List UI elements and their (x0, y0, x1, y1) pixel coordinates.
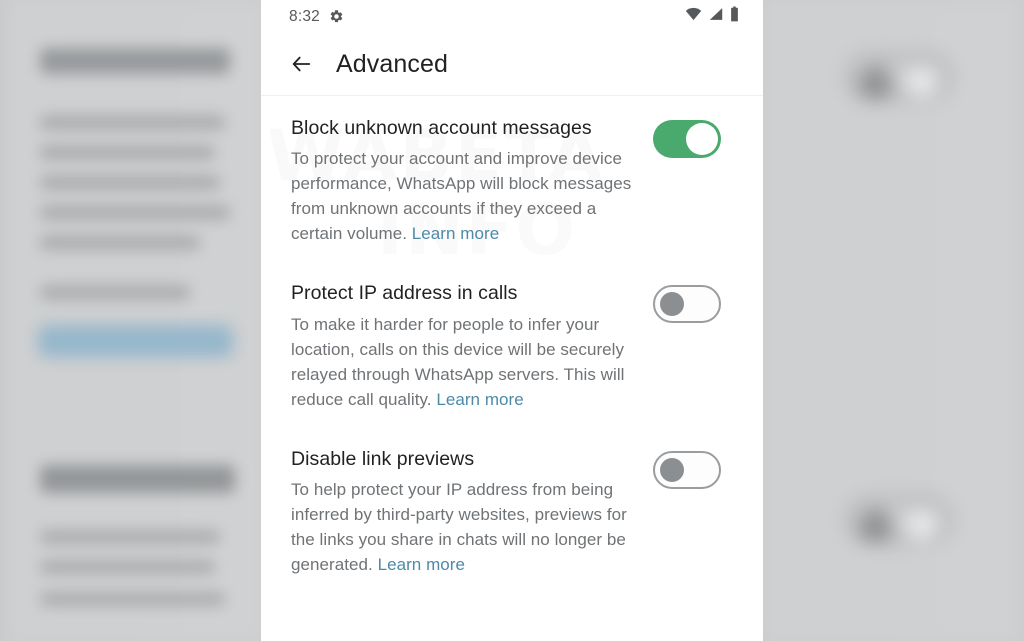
backdrop-text-block (40, 115, 225, 130)
setting-title: Protect IP address in calls (291, 282, 518, 305)
setting-text: Protect IP address in calls To make it h… (291, 281, 639, 412)
backdrop-text-block (40, 205, 230, 220)
setting-row-protect-ip-address-in-calls[interactable]: Protect IP address in calls To make it h… (261, 281, 763, 412)
setting-text: Disable link previews To help protect yo… (291, 447, 639, 578)
toggle-knob (660, 457, 684, 482)
learn-more-link[interactable]: Learn more (412, 224, 499, 243)
setting-description: To help protect your IP address from bei… (291, 478, 639, 578)
setting-row-block-unknown-account-messages[interactable]: Block unknown account messages To protec… (261, 116, 763, 247)
toggle-block-unknown-account-messages[interactable] (653, 120, 721, 158)
toggle-knob (660, 292, 684, 317)
status-bar: 8:32 (261, 0, 763, 33)
toggle-protect-ip-address-in-calls[interactable] (653, 285, 721, 324)
setting-title: Disable link previews (291, 447, 475, 470)
backdrop-highlight-band (38, 325, 233, 357)
setting-title: Block unknown account messages (291, 117, 592, 139)
status-bar-icons (685, 6, 739, 27)
backdrop-text-block (40, 592, 225, 606)
status-bar-clock: 8:32 (289, 7, 320, 25)
page-title: Advanced (336, 49, 448, 78)
backdrop-toggle (845, 52, 953, 102)
backdrop-left-panel (0, 0, 280, 641)
backdrop-text-block (40, 175, 220, 190)
wifi-icon (685, 7, 702, 26)
battery-icon (730, 6, 739, 27)
toggle-knob (686, 123, 718, 155)
app-bar: Advanced (261, 33, 763, 96)
setting-description: To make it harder for people to infer yo… (291, 313, 639, 413)
backdrop-text-block (40, 145, 215, 160)
backdrop-text-block (40, 285, 190, 300)
phone-screen: 8:32 Advanced Block unknown account mess… (261, 0, 763, 641)
setting-row-disable-link-previews[interactable]: Disable link previews To help protect yo… (261, 447, 763, 578)
backdrop-toggle (845, 495, 953, 545)
backdrop-text-block (40, 560, 215, 574)
setting-text: Block unknown account messages To protec… (291, 116, 639, 247)
setting-description: To protect your account and improve devi… (291, 147, 639, 247)
backdrop-text-block (40, 465, 235, 493)
cellular-signal-icon (708, 7, 724, 26)
learn-more-link[interactable]: Learn more (436, 390, 523, 409)
backdrop-text-block (40, 530, 220, 544)
backdrop-text-block (40, 235, 200, 250)
gear-icon (329, 9, 344, 24)
backdrop-text-block (40, 48, 230, 74)
toggle-disable-link-previews[interactable] (653, 450, 721, 489)
back-arrow-icon[interactable] (289, 53, 314, 75)
learn-more-link[interactable]: Learn more (378, 555, 465, 574)
settings-list: Block unknown account messages To protec… (261, 96, 763, 578)
